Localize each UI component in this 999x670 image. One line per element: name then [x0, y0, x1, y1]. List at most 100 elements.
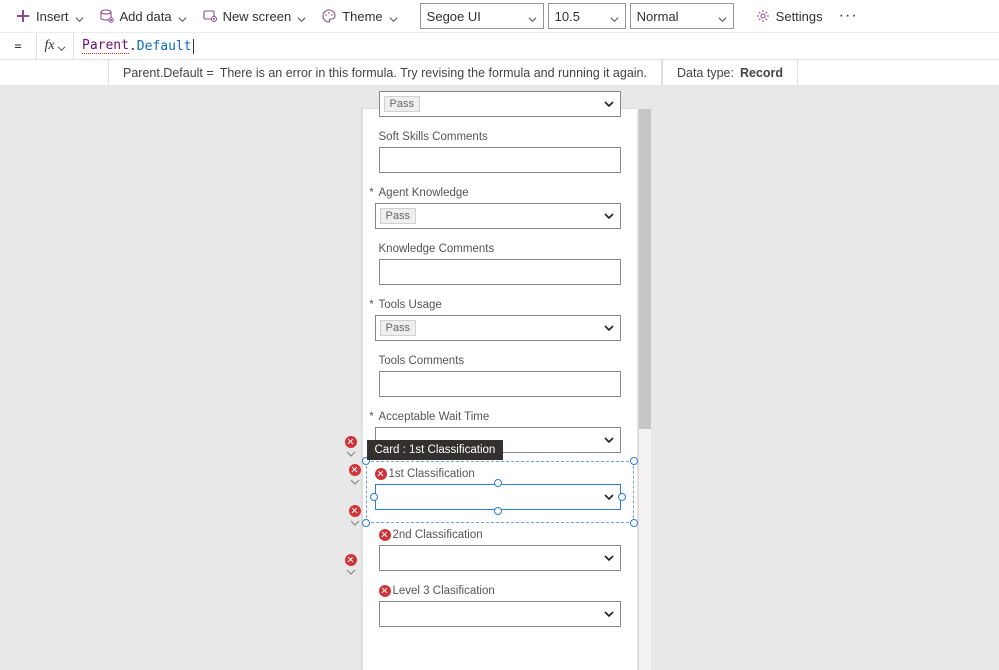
formula-bar: = fx Parent.Default — [0, 33, 999, 60]
form-card[interactable]: Pass — [363, 85, 637, 125]
theme-label: Theme — [342, 9, 382, 24]
form-card[interactable]: Level 3 Clasification — [363, 579, 637, 635]
chevron-down-icon[interactable] — [350, 517, 359, 526]
formula-info-bar: Parent.Default = There is an error in th… — [108, 60, 999, 87]
formula-object: Parent — [82, 38, 129, 54]
canvas[interactable]: PassSoft Skills Comments*Agent Knowledge… — [0, 85, 999, 670]
text-field[interactable] — [379, 259, 621, 285]
card-label: Acceptable Wait Time — [379, 411, 490, 423]
formula-input[interactable]: Parent.Default — [74, 33, 999, 59]
card-label-row: *Tools Usage — [375, 299, 621, 311]
font-weight-select[interactable]: Normal — [630, 3, 734, 29]
theme-icon — [322, 9, 336, 23]
screen-icon — [203, 9, 217, 23]
database-icon — [100, 9, 114, 23]
formula-property: Default — [137, 39, 192, 54]
gear-icon — [756, 9, 770, 23]
chevron-down-icon — [602, 433, 616, 447]
more-button[interactable]: ··· — [833, 7, 864, 25]
dropdown-field[interactable] — [379, 601, 621, 627]
form-card[interactable]: *Agent KnowledgePass — [363, 181, 637, 237]
new-screen-label: New screen — [223, 9, 292, 24]
form-card[interactable]: 2nd Classification — [363, 523, 637, 579]
card-label-row: *Agent Knowledge — [375, 187, 621, 199]
scroll-thumb[interactable] — [639, 109, 651, 429]
selection-tooltip: Card : 1st Classification — [367, 440, 504, 460]
font-value: Segoe UI — [427, 9, 481, 24]
settings-label: Settings — [776, 9, 823, 24]
chevron-down-icon[interactable] — [346, 448, 355, 457]
add-data-button[interactable]: Add data — [94, 5, 193, 28]
form-card-selected[interactable]: 1st ClassificationCard : 1st Classificat… — [366, 461, 634, 523]
chevron-down-icon — [75, 12, 84, 21]
selection-handle[interactable] — [494, 479, 502, 487]
dropdown-field[interactable] — [379, 545, 621, 571]
equals-box: = — [0, 33, 37, 59]
chevron-down-icon — [602, 209, 616, 223]
card-label: Tools Usage — [379, 299, 442, 311]
chevron-down-icon — [389, 12, 398, 21]
error-icon — [349, 464, 361, 476]
scrollbar[interactable] — [639, 109, 651, 670]
chevron-down-icon — [602, 607, 616, 621]
required-asterisk: * — [369, 411, 375, 423]
card-label: Agent Knowledge — [379, 187, 469, 199]
text-caret — [193, 39, 194, 54]
fx-label: fx — [44, 38, 54, 54]
card-label: 1st Classification — [389, 468, 475, 480]
chevron-down-icon — [610, 12, 619, 21]
card-label-row: Knowledge Comments — [379, 243, 621, 255]
card-label: Level 3 Clasification — [393, 585, 495, 597]
selection-handle[interactable] — [370, 493, 378, 501]
form-card[interactable]: Knowledge Comments — [363, 237, 637, 293]
field-value: Pass — [380, 320, 416, 336]
chevron-down-icon — [528, 12, 537, 21]
form-card[interactable]: Soft Skills Comments — [363, 125, 637, 181]
error-icon — [345, 554, 357, 566]
data-type-box: Data type: Record — [662, 60, 798, 86]
error-icon — [379, 585, 391, 597]
chevron-down-icon — [297, 12, 306, 21]
card-label-row: Soft Skills Comments — [379, 131, 621, 143]
card-label: Tools Comments — [379, 355, 465, 367]
dropdown-field[interactable]: Pass — [379, 91, 621, 117]
insert-label: Insert — [36, 9, 69, 24]
required-asterisk: * — [369, 187, 375, 199]
font-size-select[interactable]: 10.5 — [548, 3, 626, 29]
form-card[interactable]: Tools Comments — [363, 349, 637, 405]
selection-handle[interactable] — [630, 457, 638, 465]
card-label: Soft Skills Comments — [379, 131, 488, 143]
chevron-down-icon[interactable] — [350, 476, 359, 485]
chevron-down-icon — [57, 42, 66, 51]
card-label-row: 2nd Classification — [379, 529, 621, 541]
dropdown-field[interactable]: Pass — [375, 203, 621, 229]
font-size-value: 10.5 — [555, 9, 580, 24]
error-icon — [349, 505, 361, 517]
chevron-down-icon — [602, 321, 616, 335]
card-label-row: *Acceptable Wait Time — [375, 411, 621, 423]
font-weight-value: Normal — [637, 9, 679, 24]
card-label: Knowledge Comments — [379, 243, 495, 255]
new-screen-button[interactable]: New screen — [197, 5, 313, 28]
toolbar: Insert Add data New screen Theme S — [0, 0, 999, 33]
fx-box[interactable]: fx — [37, 33, 74, 59]
dropdown-field[interactable]: Pass — [375, 315, 621, 341]
form-surface[interactable]: PassSoft Skills Comments*Agent Knowledge… — [362, 109, 638, 670]
chevron-down-icon — [602, 97, 616, 111]
chevron-down-icon — [602, 551, 616, 565]
selection-handle[interactable] — [618, 493, 626, 501]
form-card[interactable]: *Tools Usage Pass — [363, 293, 637, 349]
chevron-down-icon — [602, 490, 616, 504]
card-label-row: Level 3 Clasification — [379, 585, 621, 597]
selection-handle[interactable] — [494, 507, 502, 515]
text-field[interactable] — [379, 371, 621, 397]
settings-button[interactable]: Settings — [750, 5, 829, 28]
font-select[interactable]: Segoe UI — [420, 3, 544, 29]
chevron-down-icon — [718, 12, 727, 21]
card-label: 2nd Classification — [393, 529, 483, 541]
text-field[interactable] — [379, 147, 621, 173]
chevron-down-icon[interactable] — [346, 566, 355, 575]
theme-button[interactable]: Theme — [316, 5, 403, 28]
insert-button[interactable]: Insert — [10, 5, 90, 28]
formula-error-message: There is an error in this formula. Try r… — [220, 66, 647, 80]
